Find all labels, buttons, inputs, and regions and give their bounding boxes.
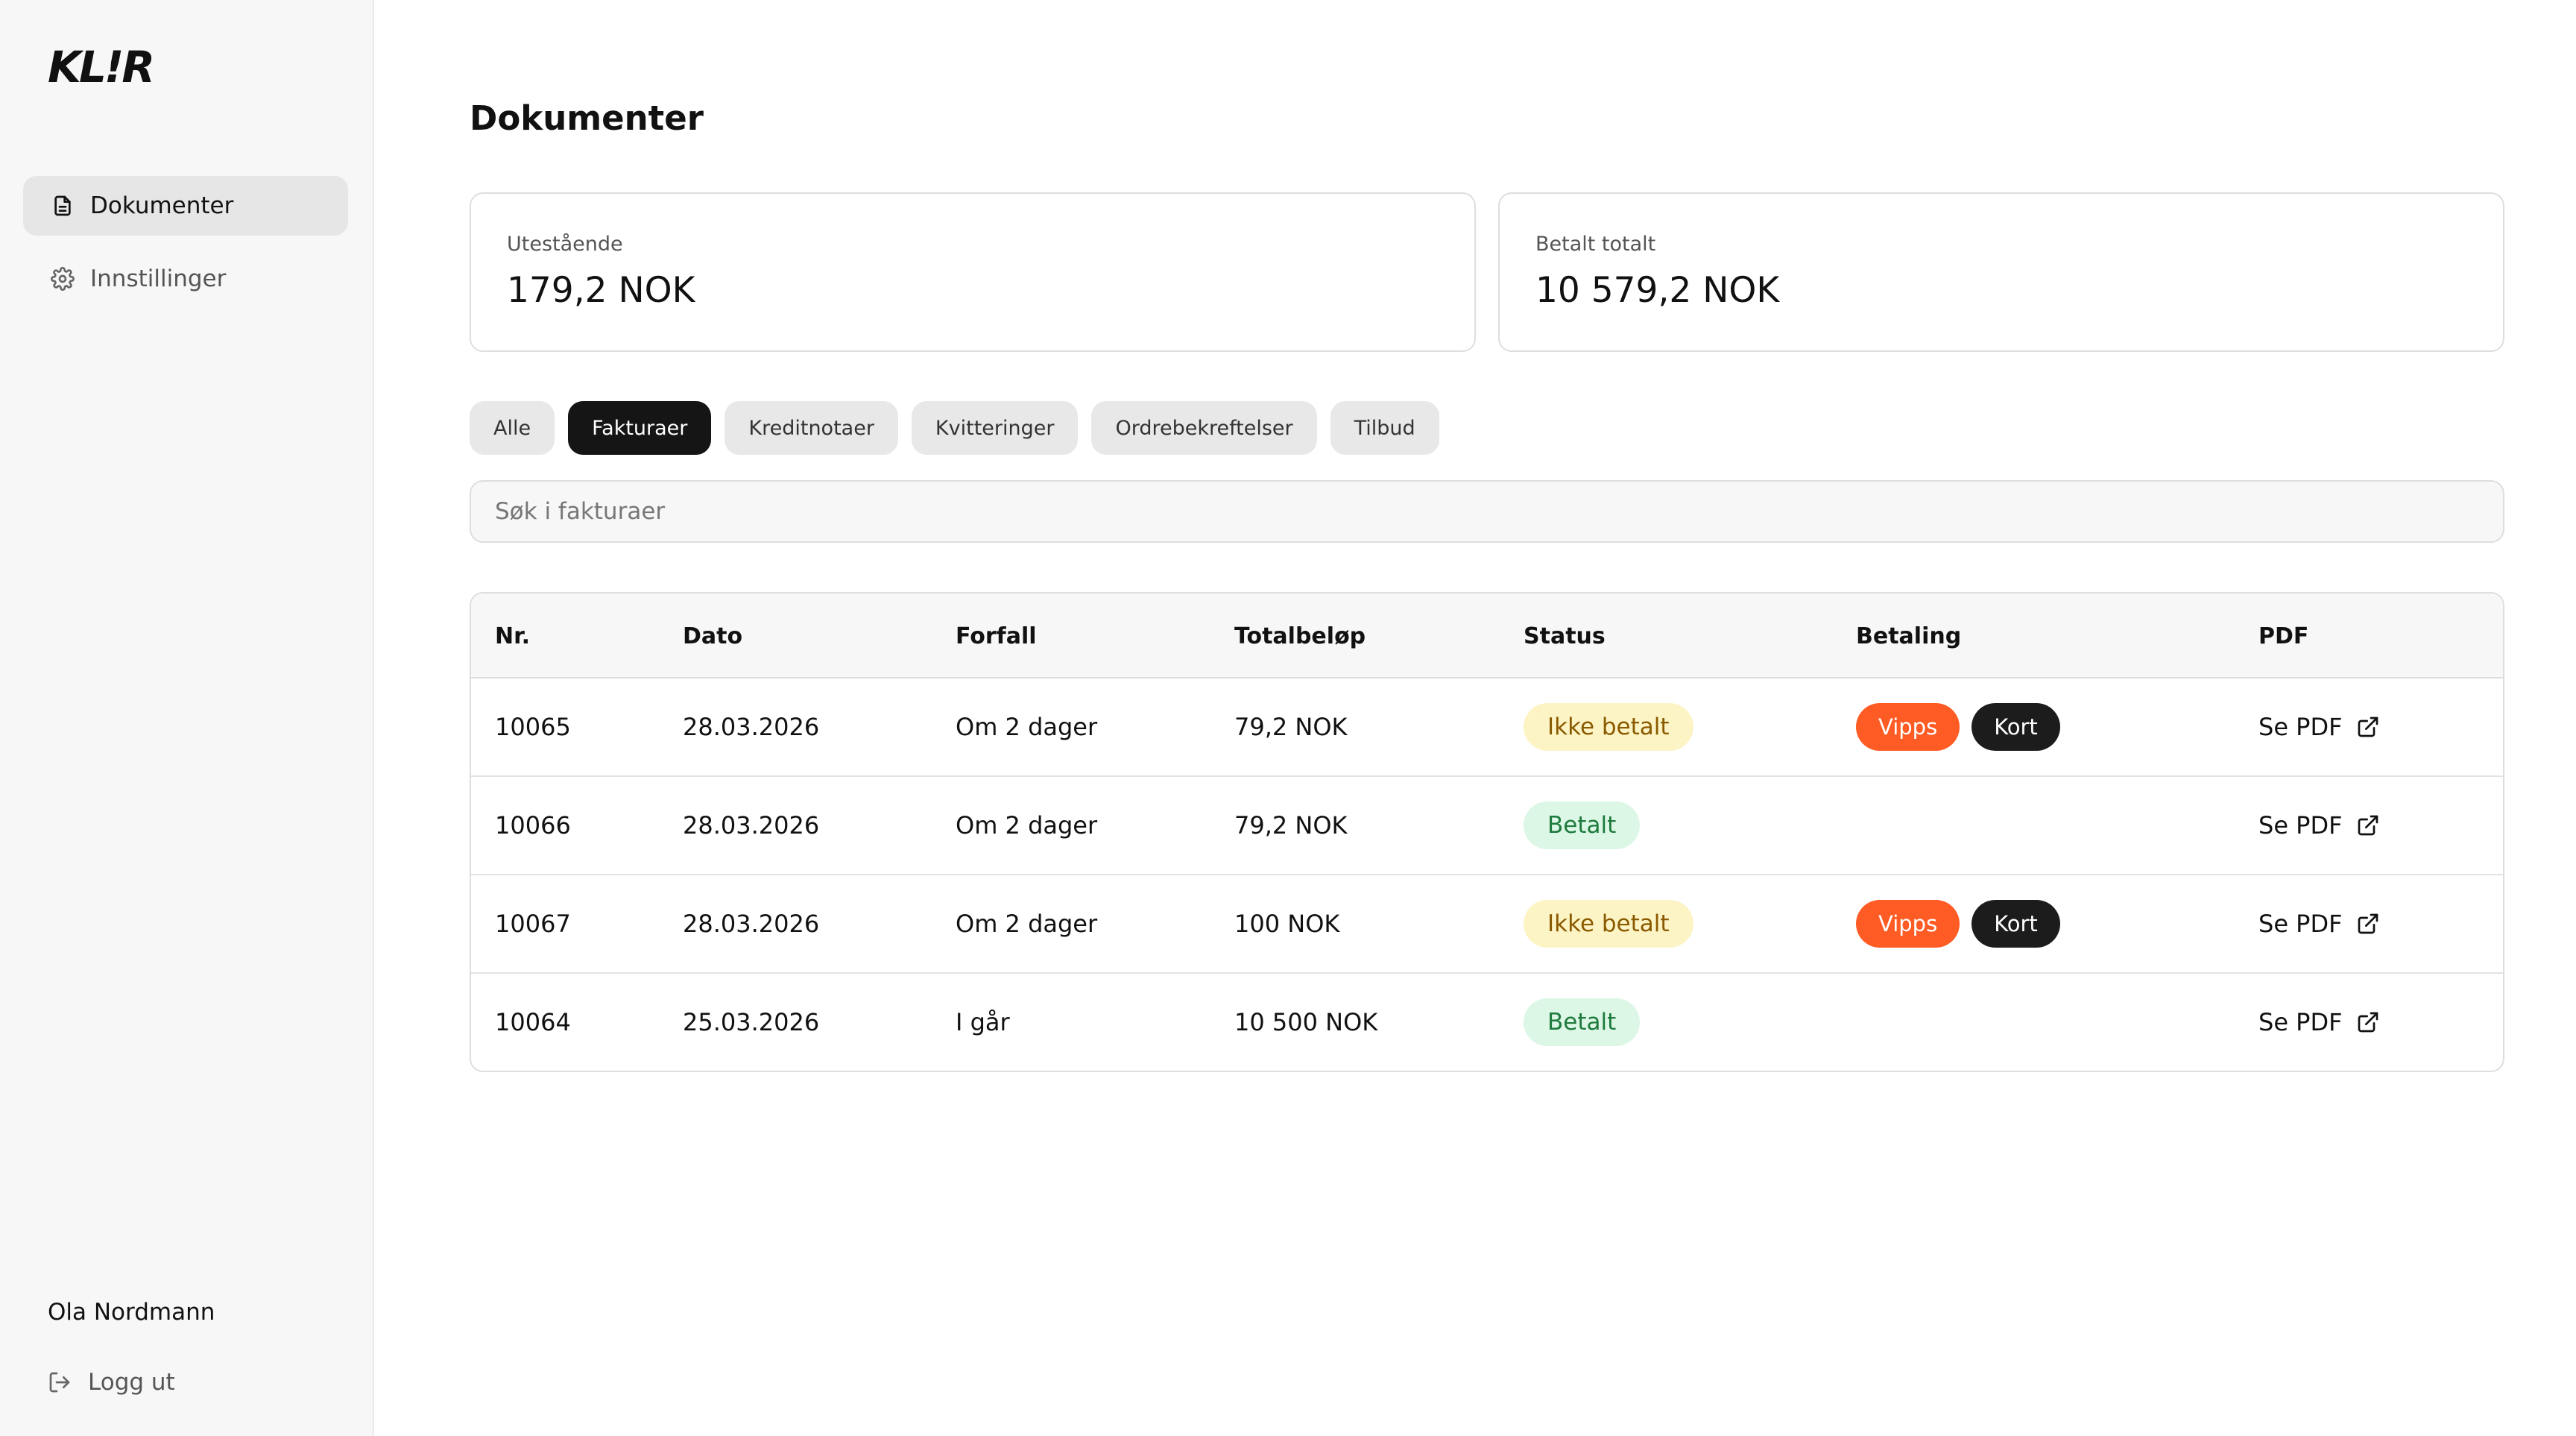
pdf-cell: Se PDF (2258, 974, 2381, 1071)
filter-chip-fakturaer[interactable]: Fakturaer (568, 401, 712, 455)
status-badge: Ikke betalt (1524, 703, 1693, 751)
card-value: 179,2 NOK (507, 270, 695, 311)
status-cell: Ikke betalt (1524, 875, 1693, 972)
invoice-number: 10065 (495, 713, 571, 741)
pdf-cell: Se PDF (2258, 777, 2381, 874)
column-header-pdf: PDF (2258, 623, 2309, 649)
view-pdf-link[interactable]: Se PDF (2258, 713, 2381, 741)
summary-card-paid-total: Betalt totalt 10 579,2 NOK (1498, 192, 2504, 352)
filter-chip-kreditnotaer[interactable]: Kreditnotaer (724, 401, 898, 455)
external-link-icon (2356, 714, 2381, 740)
invoice-total: 79,2 NOK (1234, 713, 1348, 741)
kort-button[interactable]: Kort (1972, 900, 2060, 948)
payment-cell: Vipps Kort (1856, 875, 2060, 972)
sidebar-item-label: Innstillinger (90, 265, 227, 292)
pdf-link-label: Se PDF (2258, 1008, 2343, 1036)
pdf-link-label: Se PDF (2258, 811, 2343, 840)
summary-card-outstanding: Utestående 179,2 NOK (470, 192, 1476, 352)
sidebar-item-innstillinger[interactable]: Innstillinger (23, 249, 348, 309)
invoice-number: 10064 (495, 1008, 571, 1036)
card-label: Utestående (507, 233, 623, 256)
table-row: 10064 25.03.2026 I går 10 500 NOK Betalt… (471, 974, 2503, 1071)
invoice-date: 28.03.2026 (683, 811, 820, 840)
table-header: Nr. Dato Forfall Totalbeløp Status Betal… (471, 593, 2503, 678)
invoice-date: 28.03.2026 (683, 713, 820, 741)
status-badge: Betalt (1524, 802, 1641, 849)
gear-icon (50, 266, 75, 292)
card-value: 10 579,2 NOK (1535, 270, 1780, 311)
search-input[interactable] (470, 480, 2504, 543)
sidebar: KL!R Dokumenter Innstillinger Ola Nordma… (0, 0, 374, 1436)
pdf-link-label: Se PDF (2258, 910, 2343, 938)
document-type-filters: Alle Fakturaer Kreditnotaer Kvitteringer… (470, 401, 1439, 455)
view-pdf-link[interactable]: Se PDF (2258, 910, 2381, 938)
invoice-total: 10 500 NOK (1234, 1008, 1378, 1036)
document-icon (50, 193, 75, 218)
table-row: 10067 28.03.2026 Om 2 dager 100 NOK Ikke… (471, 875, 2503, 974)
invoice-date: 25.03.2026 (683, 1008, 820, 1036)
invoice-due: Om 2 dager (956, 713, 1098, 741)
filter-chip-ordrebekreftelser[interactable]: Ordrebekreftelser (1091, 401, 1317, 455)
card-label: Betalt totalt (1535, 233, 1656, 256)
external-link-icon (2356, 911, 2381, 936)
main-content: Dokumenter Utestående 179,2 NOK Betalt t… (374, 0, 2576, 1436)
status-cell: Ikke betalt (1524, 678, 1693, 775)
invoice-total: 79,2 NOK (1234, 811, 1348, 840)
invoice-due: Om 2 dager (956, 910, 1098, 938)
sidebar-item-label: Dokumenter (90, 192, 234, 219)
payment-buttons: Vipps Kort (1856, 703, 2060, 751)
vipps-button[interactable]: Vipps (1856, 900, 1960, 948)
pdf-link-label: Se PDF (2258, 713, 2343, 741)
table-row: 10066 28.03.2026 Om 2 dager 79,2 NOK Bet… (471, 777, 2503, 875)
column-header-nr: Nr. (495, 623, 531, 649)
invoice-total: 100 NOK (1234, 910, 1340, 938)
kort-button[interactable]: Kort (1972, 703, 2060, 751)
invoice-due: I går (956, 1008, 1010, 1036)
sidebar-item-dokumenter[interactable]: Dokumenter (23, 176, 348, 236)
vipps-button[interactable]: Vipps (1856, 703, 1960, 751)
invoice-date: 28.03.2026 (683, 910, 820, 938)
column-header-totalbelop: Totalbeløp (1234, 623, 1366, 649)
status-badge: Betalt (1524, 998, 1641, 1046)
column-header-forfall: Forfall (956, 623, 1037, 649)
column-header-betaling: Betaling (1856, 623, 1962, 649)
column-header-status: Status (1524, 623, 1606, 649)
logout-label: Logg ut (88, 1369, 175, 1396)
invoice-table: Nr. Dato Forfall Totalbeløp Status Betal… (470, 592, 2504, 1072)
view-pdf-link[interactable]: Se PDF (2258, 811, 2381, 840)
filter-chip-alle[interactable]: Alle (470, 401, 555, 455)
external-link-icon (2356, 813, 2381, 838)
invoice-number: 10066 (495, 811, 571, 840)
column-header-dato: Dato (683, 623, 743, 649)
app-root: KL!R Dokumenter Innstillinger Ola Nordma… (0, 0, 2576, 1436)
user-name: Ola Nordmann (48, 1299, 215, 1326)
payment-cell: Vipps Kort (1856, 678, 2060, 775)
logout-button[interactable]: Logg ut (48, 1369, 175, 1396)
page-title: Dokumenter (470, 98, 704, 138)
status-cell: Betalt (1524, 777, 1641, 874)
filter-chip-tilbud[interactable]: Tilbud (1330, 401, 1439, 455)
pdf-cell: Se PDF (2258, 875, 2381, 972)
view-pdf-link[interactable]: Se PDF (2258, 1008, 2381, 1036)
logo: KL!R (48, 42, 155, 92)
logout-icon (48, 1370, 73, 1395)
external-link-icon (2356, 1010, 2381, 1035)
table-row: 10065 28.03.2026 Om 2 dager 79,2 NOK Ikk… (471, 678, 2503, 777)
pdf-cell: Se PDF (2258, 678, 2381, 775)
invoice-number: 10067 (495, 910, 571, 938)
status-cell: Betalt (1524, 974, 1641, 1071)
filter-chip-kvitteringer[interactable]: Kvitteringer (911, 401, 1079, 455)
invoice-due: Om 2 dager (956, 811, 1098, 840)
payment-buttons: Vipps Kort (1856, 900, 2060, 948)
status-badge: Ikke betalt (1524, 900, 1693, 948)
